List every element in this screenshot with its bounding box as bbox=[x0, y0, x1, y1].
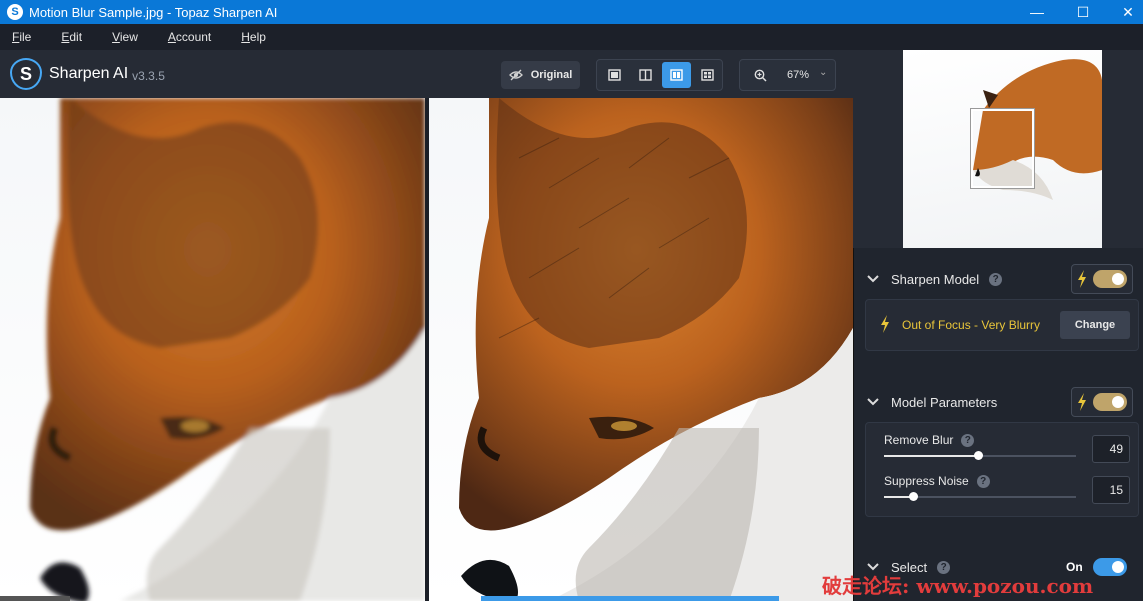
maximize-button[interactable]: ☐ bbox=[1060, 0, 1106, 24]
sharpen-logo-icon: S bbox=[10, 58, 42, 90]
remove-blur-label: Remove Blur ? bbox=[884, 433, 975, 447]
sharpen-model-toggle[interactable] bbox=[1093, 270, 1127, 288]
menu-account[interactable]: Account bbox=[168, 30, 211, 44]
app-name: Sharpen AI bbox=[49, 65, 129, 82]
view-single-button[interactable] bbox=[600, 62, 629, 88]
menu-edit[interactable]: Edit bbox=[61, 30, 82, 44]
lightning-icon bbox=[1078, 270, 1086, 288]
side-by-side-icon bbox=[670, 69, 683, 81]
app-branding: S Sharpen AI v3.3.5 bbox=[10, 58, 165, 90]
help-icon[interactable]: ? bbox=[989, 272, 1003, 286]
model-parameters-title: Model Parameters bbox=[891, 394, 998, 410]
zoom-control[interactable]: 67% ⌄ bbox=[739, 59, 836, 91]
help-icon[interactable]: ? bbox=[976, 474, 990, 488]
close-button[interactable]: ✕ bbox=[1105, 0, 1143, 24]
menu-file[interactable]: File bbox=[12, 30, 31, 44]
view-mode-group bbox=[596, 59, 723, 91]
collapse-chevron-icon bbox=[867, 395, 881, 409]
eye-off-icon bbox=[508, 69, 523, 81]
remove-blur-value[interactable]: 49 bbox=[1092, 435, 1130, 463]
sharpen-model-title: Sharpen Model bbox=[891, 271, 980, 287]
menu-view[interactable]: View bbox=[112, 30, 138, 44]
original-label: Original bbox=[530, 69, 573, 81]
menu-help[interactable]: Help bbox=[241, 30, 266, 44]
select-toggle[interactable] bbox=[1092, 558, 1127, 576]
app-logo-icon: S bbox=[7, 4, 23, 20]
left-scrollbar[interactable] bbox=[0, 596, 70, 601]
model-lightning-icon bbox=[881, 315, 889, 333]
sharpen-model-toggle-box bbox=[1071, 264, 1133, 294]
toolbar: S Sharpen AI v3.3.5 bbox=[0, 50, 853, 98]
change-model-button[interactable]: Change bbox=[1060, 311, 1130, 339]
single-view-icon bbox=[608, 69, 621, 81]
fox-original-image bbox=[30, 98, 425, 601]
remove-blur-slider-thumb[interactable] bbox=[974, 451, 984, 460]
lightning-icon bbox=[1078, 393, 1086, 411]
original-image-pane[interactable] bbox=[0, 98, 425, 601]
zoom-chevron-icon: ⌄ bbox=[819, 66, 828, 78]
zoom-value: 67% bbox=[787, 69, 810, 81]
model-parameters-header[interactable]: Model Parameters bbox=[867, 387, 1137, 417]
suppress-noise-value[interactable]: 15 bbox=[1092, 476, 1130, 504]
sharpen-model-header[interactable]: Sharpen Model ? bbox=[867, 264, 1137, 294]
title-bar: S Motion Blur Sample.jpg - Topaz Sharpen… bbox=[0, 0, 1143, 24]
view-side-by-side-button[interactable] bbox=[662, 62, 691, 88]
remove-blur-slider[interactable] bbox=[884, 451, 1076, 460]
right-scrollbar[interactable] bbox=[481, 596, 779, 601]
menu-bar: File Edit View Account Help bbox=[0, 24, 1143, 50]
original-toggle-button[interactable]: Original bbox=[501, 61, 580, 89]
view-grid-button[interactable] bbox=[693, 62, 722, 88]
model-parameters-toggle[interactable] bbox=[1093, 393, 1127, 411]
watermark-text: 破走论坛: www.pozou.com bbox=[822, 574, 1094, 598]
help-icon[interactable]: ? bbox=[961, 433, 975, 447]
window-title: Motion Blur Sample.jpg - Topaz Sharpen A… bbox=[29, 4, 278, 20]
model-parameters-toggle-box bbox=[1071, 387, 1133, 417]
suppress-noise-slider[interactable] bbox=[884, 492, 1076, 501]
fox-sharpened-image bbox=[459, 98, 853, 601]
view-split-button[interactable] bbox=[631, 62, 660, 88]
preview-image-pane[interactable] bbox=[429, 98, 853, 601]
grid-view-icon bbox=[701, 69, 714, 81]
zoom-icon bbox=[754, 69, 767, 82]
suppress-noise-slider-thumb[interactable] bbox=[908, 492, 918, 501]
collapse-chevron-icon bbox=[867, 272, 881, 286]
selected-model-name: Out of Focus - Very Blurry bbox=[902, 318, 1041, 332]
app-version: v3.3.5 bbox=[132, 68, 165, 83]
split-view-icon bbox=[639, 69, 652, 81]
suppress-noise-label: Suppress Noise ? bbox=[884, 474, 990, 488]
minimize-button[interactable]: — bbox=[1014, 0, 1060, 24]
navigator-viewport[interactable] bbox=[971, 109, 1034, 188]
